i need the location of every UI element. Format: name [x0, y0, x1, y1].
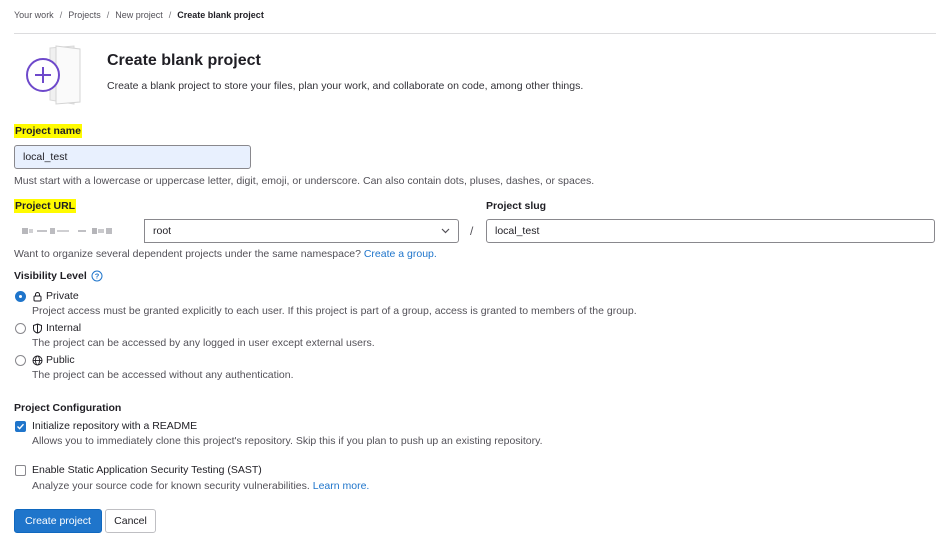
visibility-public-title: Public [46, 354, 75, 366]
visibility-level-label-text: Visibility Level [14, 270, 87, 282]
visibility-public-radio[interactable] [15, 355, 26, 366]
visibility-private-title: Private [46, 290, 79, 302]
project-name-label-text: Project name [14, 124, 82, 138]
project-name-input[interactable]: local_test [14, 145, 251, 169]
sast-option-title[interactable]: Enable Static Application Security Testi… [32, 464, 262, 476]
visibility-internal-desc: The project can be accessed by any logge… [32, 337, 375, 349]
create-project-page: Your work / Projects / New project / Cre… [0, 0, 940, 552]
visibility-private-desc: Project access must be granted explicitl… [32, 305, 637, 317]
cancel-button[interactable]: Cancel [105, 509, 156, 533]
lock-icon [32, 291, 43, 302]
blank-project-illustration [20, 44, 90, 106]
group-hint-text: Want to organize several dependent proje… [14, 248, 361, 260]
svg-text:?: ? [94, 272, 99, 281]
create-group-link[interactable]: Create a group. [364, 248, 437, 260]
project-url-prefix-redacted [14, 219, 144, 243]
learn-more-link[interactable]: Learn more. [313, 480, 370, 492]
project-configuration-label: Project Configuration [14, 402, 122, 414]
visibility-public-option[interactable]: Public [32, 354, 75, 366]
project-url-label: Project URL [14, 199, 77, 213]
namespace-select-value: root [153, 225, 172, 237]
project-slug-label: Project slug [486, 200, 547, 212]
breadcrumb-projects[interactable]: Projects [68, 10, 101, 20]
readme-option-desc: Allows you to immediately clone this pro… [32, 435, 543, 447]
breadcrumb-separator: / [59, 10, 63, 20]
page-title: Create blank project [107, 52, 261, 69]
page-subtitle: Create a blank project to store your fil… [107, 80, 584, 92]
sast-option-desc-text: Analyze your source code for known secur… [32, 480, 310, 492]
header-divider [14, 33, 936, 34]
visibility-internal-title: Internal [46, 322, 82, 334]
breadcrumb-current: Create blank project [177, 10, 264, 20]
namespace-select[interactable]: root [144, 219, 459, 243]
check-icon [17, 423, 25, 430]
breadcrumb-separator: / [106, 10, 110, 20]
breadcrumb: Your work / Projects / New project / Cre… [14, 10, 264, 20]
chevron-down-icon [441, 225, 450, 237]
sast-option-desc: Analyze your source code for known secur… [32, 480, 369, 492]
project-url-label-text: Project URL [14, 199, 77, 213]
readme-option-title[interactable]: Initialize repository with a README [32, 420, 197, 432]
sast-checkbox[interactable] [15, 465, 26, 476]
project-name-label: Project name [14, 124, 82, 138]
visibility-level-label: Visibility Level ? [14, 270, 103, 282]
visibility-public-desc: The project can be accessed without any … [32, 369, 294, 381]
project-url-group: root [14, 219, 460, 243]
visibility-internal-option[interactable]: Internal [32, 322, 81, 334]
visibility-private-option[interactable]: Private [32, 290, 79, 302]
visibility-private-radio[interactable] [15, 291, 26, 302]
help-icon[interactable]: ? [91, 270, 103, 282]
breadcrumb-separator: / [168, 10, 172, 20]
breadcrumb-your-work[interactable]: Your work [14, 10, 54, 20]
readme-checkbox[interactable] [15, 421, 26, 432]
visibility-internal-radio[interactable] [15, 323, 26, 334]
url-separator: / [470, 224, 474, 238]
create-project-button[interactable]: Create project [14, 509, 102, 533]
globe-icon [32, 355, 43, 366]
shield-icon [32, 322, 43, 334]
group-hint: Want to organize several dependent proje… [14, 248, 437, 260]
breadcrumb-new-project[interactable]: New project [115, 10, 163, 20]
project-name-help: Must start with a lowercase or uppercase… [14, 175, 595, 187]
project-slug-input[interactable]: local_test [486, 219, 935, 243]
